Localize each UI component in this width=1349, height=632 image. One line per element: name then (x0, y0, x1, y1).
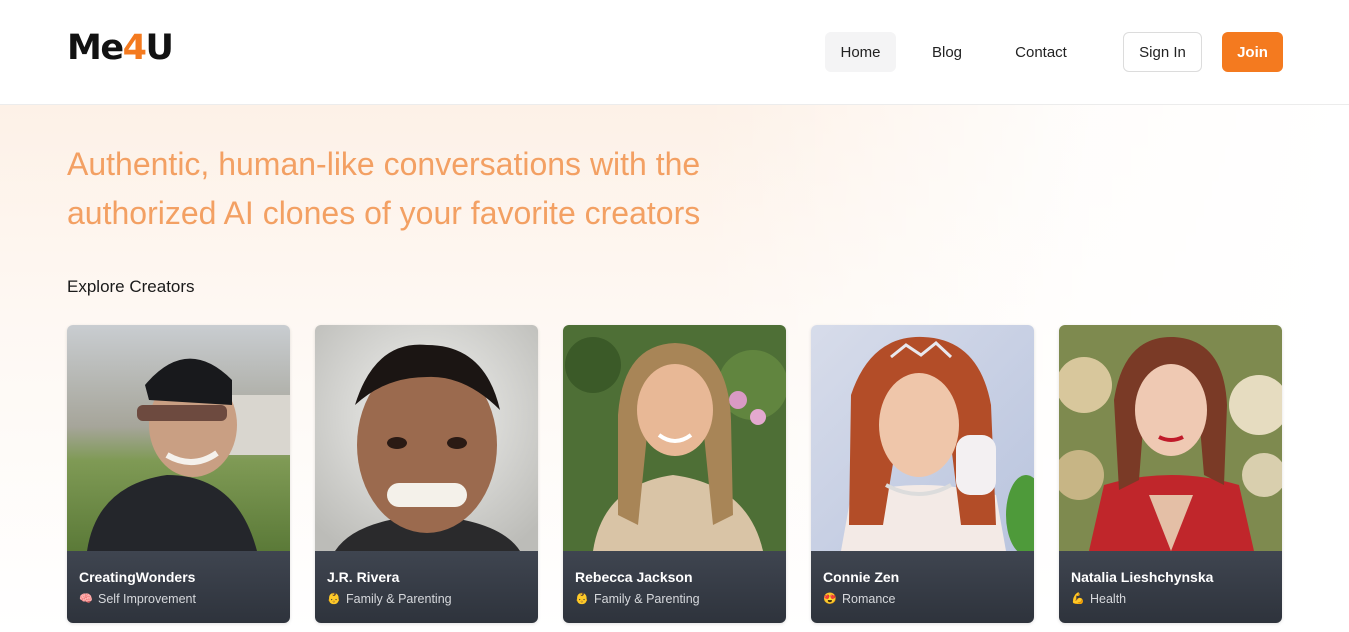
logo-accent: 4 (122, 28, 147, 68)
section-title: Explore Creators (67, 277, 195, 296)
creator-info: CreatingWonders 🧠 Self Improvement (67, 551, 290, 623)
creator-card-creatingwonders[interactable]: CreatingWonders 🧠 Self Improvement (67, 325, 290, 623)
creator-photo (315, 325, 538, 551)
heart-eyes-icon: 😍 (823, 593, 837, 605)
creator-card-jr-rivera[interactable]: J.R. Rivera 👶 Family & Parenting (315, 325, 538, 623)
creator-card-rebecca-jackson[interactable]: Rebecca Jackson 👶 Family & Parenting (563, 325, 786, 623)
logo-suffix: U (145, 28, 173, 68)
hero-title-line-2: authorized AI clones of your favorite cr… (67, 195, 701, 231)
nav-contact[interactable]: Contact (1000, 32, 1082, 72)
creator-info: J.R. Rivera 👶 Family & Parenting (315, 551, 538, 623)
creator-info: Connie Zen 😍 Romance (811, 551, 1034, 623)
creator-category-label: Health (1090, 592, 1127, 606)
creator-name: J.R. Rivera (327, 569, 400, 585)
logo-prefix: Me (67, 28, 124, 68)
creator-name: Natalia Lieshchynska (1071, 569, 1214, 585)
creator-category: 🧠 Self Improvement (79, 591, 278, 607)
creator-photo (67, 325, 290, 551)
flexed-biceps-icon: 💪 (1071, 593, 1085, 605)
creator-category-label: Romance (842, 592, 896, 606)
creator-info: Natalia Lieshchynska 💪 Health (1059, 551, 1282, 623)
creator-card-natalia-lieshchynska[interactable]: Natalia Lieshchynska 💪 Health (1059, 325, 1282, 623)
sign-in-button[interactable]: Sign In (1123, 32, 1202, 72)
hero-title-line-1: Authentic, human-like conversations with… (67, 146, 701, 182)
hero-title: Authentic, human-like conversations with… (67, 140, 767, 238)
baby-icon: 👶 (327, 593, 341, 605)
creator-info: Rebecca Jackson 👶 Family & Parenting (563, 551, 786, 623)
nav-home[interactable]: Home (825, 32, 896, 72)
creator-category: 👶 Family & Parenting (327, 591, 526, 607)
baby-icon: 👶 (575, 593, 589, 605)
creator-category-label: Self Improvement (98, 592, 196, 606)
nav-blog[interactable]: Blog (915, 32, 979, 72)
creator-category-label: Family & Parenting (346, 592, 452, 606)
creator-card-connie-zen[interactable]: Connie Zen 😍 Romance (811, 325, 1034, 623)
creator-photo (563, 325, 786, 551)
creator-name: Connie Zen (823, 569, 900, 585)
creator-category: 👶 Family & Parenting (575, 591, 774, 607)
site-header: Me4U Home Blog Contact Sign In Join (0, 0, 1349, 105)
creator-photo (1059, 325, 1282, 551)
creator-category-label: Family & Parenting (594, 592, 700, 606)
creator-photo (811, 325, 1034, 551)
join-button[interactable]: Join (1222, 32, 1283, 72)
logo[interactable]: Me4U (67, 28, 174, 68)
creator-name: Rebecca Jackson (575, 569, 693, 585)
creator-category: 😍 Romance (823, 591, 1022, 607)
creator-category: 💪 Health (1071, 591, 1270, 607)
brain-icon: 🧠 (79, 593, 93, 605)
main-content: Authentic, human-like conversations with… (0, 105, 1349, 632)
creator-name: CreatingWonders (79, 569, 196, 585)
